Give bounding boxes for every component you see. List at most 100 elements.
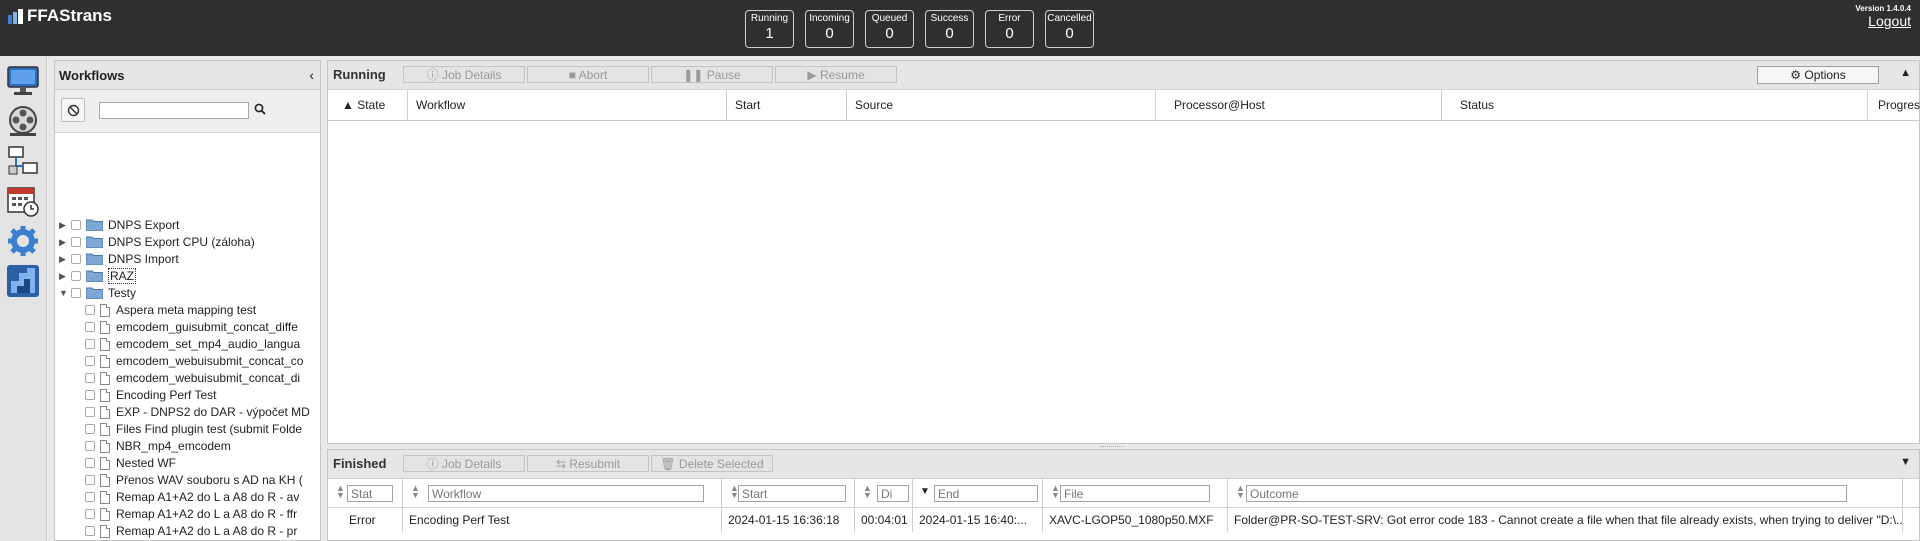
info-icon: ⓘ — [426, 68, 442, 82]
pause-button[interactable]: ❚❚ Pause — [651, 66, 773, 83]
status-error[interactable]: Error 0 — [985, 10, 1034, 48]
sort-icon[interactable]: ▲ ▼ — [863, 484, 872, 500]
status-success[interactable]: Success 0 — [925, 10, 974, 48]
abort-button[interactable]: ■ Abort — [527, 66, 649, 83]
ffastrans-app-icon[interactable] — [6, 264, 40, 298]
button-label: Pause — [706, 68, 741, 82]
workflows-panel: Workflows ‹ ▶ DNPS Export ▶ DNPS Export CP… — [54, 60, 321, 541]
item-checkbox[interactable] — [85, 492, 95, 502]
item-checkbox[interactable] — [85, 390, 95, 400]
sort-desc-icon[interactable]: ▼ — [920, 486, 930, 497]
expand-icon[interactable]: ▶ — [59, 220, 71, 231]
options-button[interactable]: ⚙ Options — [1757, 66, 1879, 84]
film-reel-icon[interactable] — [6, 104, 40, 138]
expand-icon[interactable]: ▶ — [59, 237, 71, 248]
finished-toolbar: Finished ⓘ Job Details ⇆ Resubmit 🗑 Dele… — [328, 450, 1919, 479]
table-row[interactable]: Error Encoding Perf Test 2024-01-15 16:3… — [328, 508, 1919, 532]
filter-duration-input[interactable] — [877, 485, 909, 502]
search-icon[interactable] — [254, 103, 266, 118]
folder-checkbox[interactable] — [71, 237, 81, 247]
resubmit-button[interactable]: ⇆ Resubmit — [527, 455, 649, 472]
item-checkbox[interactable] — [85, 526, 95, 536]
file-icon — [100, 473, 110, 487]
finished-filter-row: ▲▼ ▲▼ ▲▼ ▲▼ ▼ ▲▼ ▲▼ — [328, 479, 1919, 508]
item-label: emcodem_webuisubmit_concat_di — [116, 371, 301, 385]
status-value: 0 — [945, 25, 954, 42]
filter-col-state: ▲ ▼ — [328, 479, 403, 507]
expand-icon[interactable]: ▶ — [59, 271, 71, 282]
column-header-workflow[interactable]: Workflow — [408, 90, 727, 120]
item-label: emcodem_guisubmit_concat_diffe — [116, 320, 298, 334]
item-label: Aspera meta mapping test — [116, 303, 257, 317]
filter-start-input[interactable] — [738, 485, 846, 502]
folder-icon — [85, 270, 104, 283]
item-checkbox[interactable] — [85, 339, 95, 349]
filter-workflow-input[interactable] — [428, 485, 704, 502]
filter-state-input[interactable] — [347, 485, 393, 502]
cell-outcome: Folder@PR-SO-TEST-SRV: Got error code 18… — [1228, 508, 1903, 532]
tree-item[interactable]: Remap A1+A2 do L a A8 do R - pr — [85, 521, 297, 540]
filter-end-input[interactable] — [934, 485, 1038, 502]
status-label: Cancelled — [1047, 13, 1092, 24]
folder-checkbox[interactable] — [71, 271, 81, 281]
network-computers-icon[interactable] — [6, 144, 40, 178]
item-checkbox[interactable] — [85, 509, 95, 519]
sort-icon[interactable]: ▲ ▼ — [1051, 484, 1060, 500]
filter-col-workflow: ▲ ▼ — [403, 479, 722, 507]
gear-icon[interactable] — [6, 224, 40, 258]
workflows-toolbar — [55, 90, 320, 133]
item-label: Remap A1+A2 do L a A8 do R - av — [116, 490, 300, 504]
delete-selected-button[interactable]: 🗑 Delete Selected — [651, 455, 773, 472]
column-header-processor[interactable]: Processor@Host — [1156, 90, 1442, 120]
folder-checkbox[interactable] — [71, 288, 81, 298]
status-queued[interactable]: Queued 0 — [865, 10, 914, 48]
column-header-state[interactable]: ▲ State — [328, 90, 408, 120]
column-header-start[interactable]: Start — [727, 90, 847, 120]
app-brand: FFAStrans — [8, 6, 112, 26]
sort-icon[interactable]: ▲ ▼ — [336, 484, 345, 500]
filter-file-input[interactable] — [1060, 485, 1210, 502]
workflows-header: Workflows ‹ — [55, 61, 320, 90]
status-cancelled[interactable]: Cancelled 0 — [1045, 10, 1094, 48]
collapse-left-icon[interactable]: ‹ — [309, 67, 314, 83]
item-checkbox[interactable] — [85, 424, 95, 434]
chevron-down-icon[interactable]: ▼ — [1900, 456, 1911, 468]
status-counters: Running 1 Incoming 0 Queued 0 Success 0 Erro… — [745, 10, 1094, 48]
monitor-icon[interactable] — [6, 64, 40, 98]
resume-button[interactable]: ▶ Resume — [775, 66, 897, 83]
item-checkbox[interactable] — [85, 305, 95, 315]
expand-icon[interactable]: ▶ — [59, 254, 71, 265]
folder-checkbox[interactable] — [71, 220, 81, 230]
status-running[interactable]: Running 1 — [745, 10, 794, 48]
item-checkbox[interactable] — [85, 475, 95, 485]
logout-link[interactable]: Logout — [1868, 13, 1911, 29]
clear-filter-button[interactable] — [61, 98, 85, 122]
stop-icon: ■ — [568, 68, 579, 82]
finished-job-details-button[interactable]: ⓘ Job Details — [403, 455, 525, 472]
filter-col-duration: ▲ ▼ — [855, 479, 913, 507]
item-label: Remap A1+A2 do L a A8 do R - ffr — [116, 507, 298, 521]
job-details-button[interactable]: ⓘ Job Details — [403, 66, 525, 83]
folder-checkbox[interactable] — [71, 254, 81, 264]
item-checkbox[interactable] — [85, 373, 95, 383]
item-checkbox[interactable] — [85, 441, 95, 451]
filter-col-file: ▲ ▼ — [1043, 479, 1228, 507]
file-icon — [100, 320, 110, 334]
workflow-search-input[interactable] — [99, 102, 249, 119]
item-checkbox[interactable] — [85, 322, 95, 332]
column-header-progress[interactable]: Progres — [1868, 90, 1920, 120]
column-header-source[interactable]: Source — [847, 90, 1156, 120]
sort-icon[interactable]: ▲ ▼ — [1236, 484, 1245, 500]
chevron-up-icon[interactable]: ▲ — [1900, 67, 1911, 79]
button-label: Abort — [578, 68, 608, 82]
sort-icon[interactable]: ▲ ▼ — [411, 484, 420, 500]
collapse-icon[interactable]: ▼ — [59, 288, 71, 298]
calendar-clock-icon[interactable] — [6, 184, 40, 218]
item-label: NBR_mp4_emcodem — [116, 439, 231, 453]
column-header-status[interactable]: Status — [1442, 90, 1868, 120]
status-incoming[interactable]: Incoming 0 — [805, 10, 854, 48]
item-checkbox[interactable] — [85, 356, 95, 366]
item-checkbox[interactable] — [85, 458, 95, 468]
filter-outcome-input[interactable] — [1246, 485, 1847, 502]
item-checkbox[interactable] — [85, 407, 95, 417]
